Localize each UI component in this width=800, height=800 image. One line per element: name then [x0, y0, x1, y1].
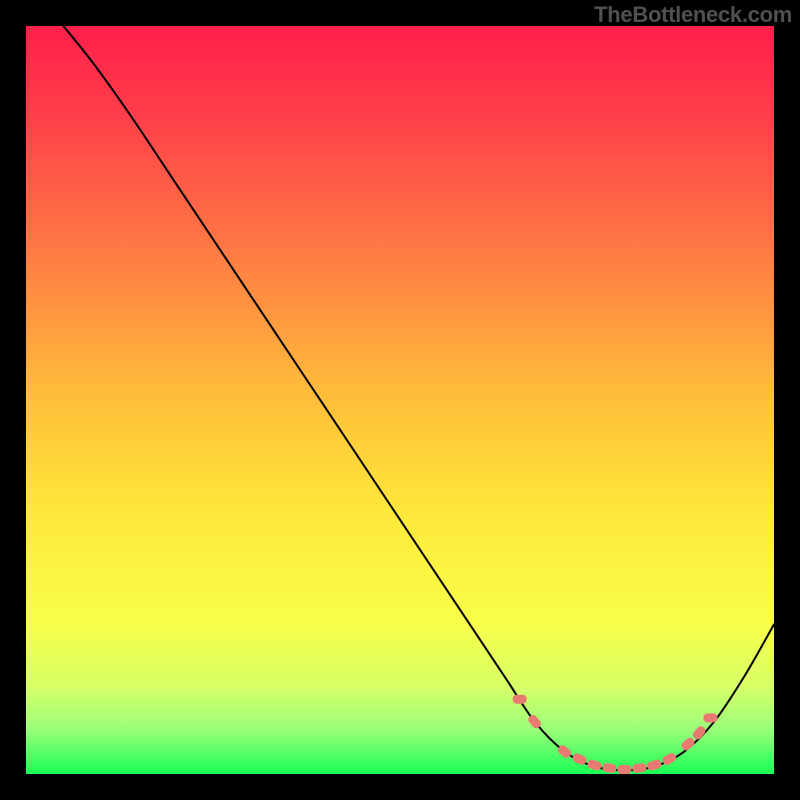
- marker-optimal-region-markers: [513, 695, 527, 704]
- chart-background: [26, 26, 774, 774]
- marker-optimal-region-markers: [617, 765, 631, 774]
- chart-plot-area: [26, 26, 774, 774]
- bottleneck-chart: [26, 26, 774, 774]
- watermark-text: TheBottleneck.com: [594, 2, 792, 28]
- marker-optimal-region-markers: [703, 713, 717, 722]
